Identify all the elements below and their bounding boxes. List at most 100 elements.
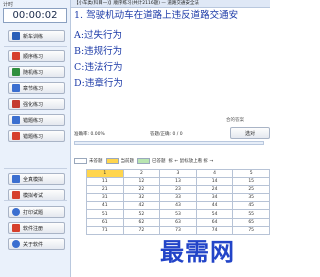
paper-icon [12, 191, 20, 199]
question-cell[interactable]: 65 [232, 217, 270, 227]
question-cell[interactable]: 54 [195, 209, 234, 219]
error-practice-label: 错题练习 [23, 117, 44, 124]
question-cell[interactable]: 33 [159, 193, 197, 203]
question-cell[interactable]: 4 [195, 168, 234, 179]
question-cell[interactable]: 43 [159, 201, 197, 211]
question-cell[interactable]: 3 [159, 168, 197, 179]
register-button[interactable]: 软件注册 [8, 222, 65, 234]
register-label: 软件注册 [23, 225, 44, 232]
question-cell[interactable]: 64 [195, 217, 234, 227]
shuffle-icon [12, 68, 20, 76]
question-cell[interactable]: 21 [86, 185, 124, 195]
check-icon [12, 100, 20, 108]
question-cell[interactable]: 62 [122, 217, 161, 227]
question-cell[interactable]: 51 [86, 209, 124, 219]
print-icon [12, 208, 20, 216]
legend-current: 当前题 [105, 158, 135, 164]
about-label: 关于软件 [23, 241, 44, 248]
mock-exam-label: 模拟考试 [23, 192, 44, 199]
question-cell[interactable]: 42 [122, 201, 161, 211]
error-practice-button[interactable]: 错题练习 [8, 114, 65, 126]
question-cell[interactable]: 72 [122, 225, 161, 235]
question-cell[interactable]: 53 [159, 209, 197, 219]
question-cell[interactable]: 23 [159, 185, 197, 195]
question-cell[interactable]: 32 [122, 193, 161, 203]
left-panel: 计时 00:00:02 新车训练 顺序练习 随机练习 章节练习 强化练习 错题练… [0, 0, 71, 277]
unanswered-swatch [74, 158, 87, 164]
question-cell[interactable]: 61 [86, 217, 124, 227]
option-a[interactable]: A:过失行为 [74, 30, 122, 41]
confirm-answer-button[interactable]: 选对 [230, 127, 270, 139]
current-swatch [105, 158, 119, 164]
question-cell[interactable]: 12 [122, 177, 161, 187]
question-cell[interactable]: 75 [232, 225, 270, 235]
info-icon [12, 240, 20, 248]
question-cell[interactable]: 11 [86, 177, 124, 187]
question-cell[interactable]: 52 [122, 209, 161, 219]
intensive-practice-button[interactable]: 强化练习 [8, 98, 65, 110]
random-practice-label: 随机练习 [23, 69, 44, 76]
random-practice-button[interactable]: 随机练习 [8, 66, 65, 78]
question-cell[interactable]: 55 [232, 209, 270, 219]
question-cell[interactable]: 44 [195, 201, 234, 211]
wrong-practice-label: 错题练习 [23, 133, 44, 140]
question-cell[interactable]: 22 [122, 185, 161, 195]
question-cell[interactable]: 15 [232, 177, 270, 187]
question-cell[interactable]: 31 [86, 193, 124, 203]
legend-unanswered: 未答题 [74, 158, 103, 164]
about-button[interactable]: 关于软件 [8, 238, 65, 250]
answer-hint-label: 合的答案 [226, 118, 244, 123]
full-simulation-button[interactable]: 全真模拟 [8, 173, 65, 185]
legend-unanswered-label: 未答题 [89, 159, 103, 164]
question-cell[interactable]: 5 [232, 168, 270, 179]
grid-row: 21 22 23 24 25 [86, 185, 270, 195]
question-cell[interactable]: 63 [159, 217, 197, 227]
option-d[interactable]: D:违章行为 [74, 78, 123, 89]
chapter-practice-button[interactable]: 章节练习 [8, 82, 65, 94]
full-simulation-label: 全真模拟 [23, 176, 44, 183]
new-car-label: 新车训练 [23, 33, 44, 40]
divider [4, 168, 67, 169]
question-title-bar: 【小车类(科目一)】顺序练习(共计2116题) — 道路交通安全法 [71, 0, 270, 8]
option-c[interactable]: C:违法行为 [74, 62, 122, 73]
question-cell[interactable]: 35 [232, 193, 270, 203]
answered-swatch [137, 158, 150, 164]
chapter-icon [12, 84, 20, 92]
intensive-practice-label: 强化练习 [23, 101, 44, 108]
question-cell[interactable]: 24 [195, 185, 234, 195]
new-car-button[interactable]: 新车训练 [8, 30, 65, 42]
car-icon [12, 32, 20, 40]
watermark: 最需网 [160, 238, 235, 266]
answered-stat: 答题/正确: 0 / 0 [150, 132, 183, 137]
chapter-practice-label: 章节练习 [23, 85, 44, 92]
wrong-practice-button[interactable]: 错题练习 [8, 130, 65, 142]
question-cell[interactable]: 14 [195, 177, 234, 187]
progress-bar [74, 141, 264, 145]
legend-current-label: 当前题 [120, 159, 135, 164]
x-icon [12, 132, 20, 140]
question-cell[interactable]: 2 [122, 168, 161, 179]
timer-label: 计时 [3, 2, 14, 8]
grid-row: 61 62 63 64 65 [86, 217, 270, 227]
question-cell[interactable]: 41 [86, 201, 124, 211]
print-button[interactable]: 打印试题 [8, 206, 65, 218]
question-cell[interactable]: 1 [86, 168, 124, 179]
legend-answered: 已答题 [137, 158, 166, 164]
sequential-practice-label: 顺序练习 [23, 53, 44, 60]
book-icon [12, 52, 20, 60]
question-cell[interactable]: 13 [159, 177, 197, 187]
sequential-practice-button[interactable]: 顺序练习 [8, 50, 65, 62]
question-cell[interactable]: 25 [232, 185, 270, 195]
legend: 未答题 当前题 已答题 拆 ← 鼠标放上看 拆 → [74, 155, 270, 167]
print-label: 打印试题 [23, 209, 44, 216]
question-cell[interactable]: 71 [86, 225, 124, 235]
divider [4, 46, 67, 47]
exam-icon [12, 175, 20, 183]
grid-row: 31 32 33 34 35 [86, 193, 270, 203]
legend-answered-label: 已答题 [152, 159, 166, 164]
option-b[interactable]: B:违规行为 [74, 46, 122, 57]
timer-display: 00:00:02 [3, 8, 67, 23]
question-cell[interactable]: 34 [195, 193, 234, 203]
question-text: 1. 驾驶机动车在道路上违反道路交通安 [74, 10, 239, 21]
question-cell[interactable]: 45 [232, 201, 270, 211]
